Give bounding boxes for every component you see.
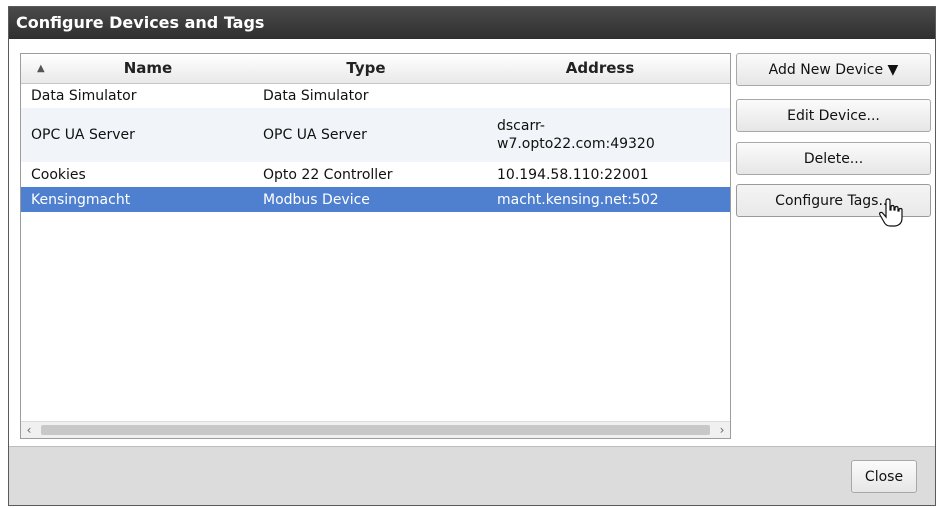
column-header-address[interactable]: Address: [505, 54, 695, 83]
horizontal-scrollbar[interactable]: ‹ ›: [21, 421, 730, 438]
cell-type: OPC UA Server: [263, 127, 367, 143]
column-header-name[interactable]: Name: [53, 54, 243, 83]
dialog-footer: Close: [9, 446, 935, 505]
configure-devices-dialog: Configure Devices and Tags ▲ Name Type A…: [8, 6, 936, 506]
edit-device-button[interactable]: Edit Device...: [736, 99, 931, 132]
table-row[interactable]: Cookies Opto 22 Controller 10.194.58.110…: [21, 162, 730, 187]
column-header-type[interactable]: Type: [271, 54, 461, 83]
table-row[interactable]: Data Simulator Data Simulator: [21, 84, 730, 108]
cell-address: macht.kensing.net:502: [497, 191, 659, 208]
cell-address-line: dscarr-: [497, 118, 545, 134]
hand-pointer-icon: [879, 198, 903, 227]
cell-type: Modbus Device: [263, 191, 370, 208]
cell-type: Opto 22 Controller: [263, 166, 393, 183]
cell-type: Data Simulator: [263, 88, 369, 104]
table-header: ▲ Name Type Address: [21, 54, 730, 84]
scroll-right-icon[interactable]: ›: [714, 422, 730, 438]
cell-name: OPC UA Server: [31, 127, 135, 143]
cell-address-line: w7.opto22.com:49320: [497, 136, 655, 152]
delete-button[interactable]: Delete...: [736, 142, 931, 175]
scroll-thumb[interactable]: [41, 425, 710, 435]
sort-ascending-icon[interactable]: ▲: [37, 54, 45, 83]
add-new-device-button[interactable]: Add New Device ▼: [736, 53, 931, 86]
devices-table: ▲ Name Type Address Data Simulator Data …: [20, 53, 731, 439]
close-button[interactable]: Close: [851, 460, 917, 493]
scroll-left-icon[interactable]: ‹: [21, 422, 37, 438]
cell-address: dscarr- w7.opto22.com:49320: [497, 108, 655, 162]
table-row-selected[interactable]: Kensingmacht Modbus Device macht.kensing…: [21, 187, 730, 212]
table-row[interactable]: OPC UA Server OPC UA Server dscarr- w7.o…: [21, 108, 730, 162]
cell-name: Data Simulator: [31, 88, 137, 104]
dialog-title: Configure Devices and Tags: [9, 7, 935, 39]
cell-name: Cookies: [31, 166, 86, 183]
cell-address: 10.194.58.110:22001: [497, 166, 649, 183]
cell-name: Kensingmacht: [31, 191, 131, 208]
